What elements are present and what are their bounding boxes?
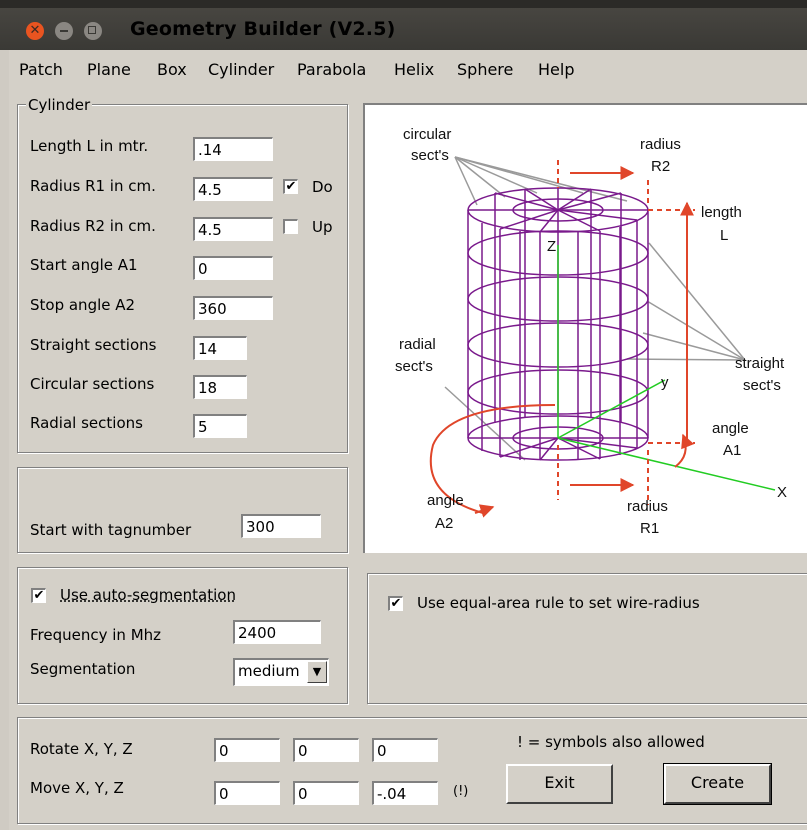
move-x-field[interactable]: 0 bbox=[214, 781, 280, 805]
cylinder-diagram: circular sect's radius R2 length L Z rad… bbox=[363, 103, 807, 553]
pointer-lines bbox=[444, 156, 746, 461]
frequency-field[interactable]: 2400 bbox=[233, 620, 321, 644]
do-checkbox[interactable]: ✔ bbox=[283, 179, 298, 194]
length-field[interactable]: .14 bbox=[193, 137, 273, 161]
up-label: Up bbox=[312, 218, 333, 236]
straight-label-2: sect's bbox=[743, 377, 781, 394]
menu-cylinder[interactable]: Cylinder bbox=[208, 60, 274, 79]
angle-a1-label-2: A1 bbox=[723, 442, 741, 459]
tagnumber-field[interactable]: 300 bbox=[241, 514, 321, 538]
window-title: Geometry Builder (V2.5) bbox=[130, 18, 396, 40]
start-angle-field[interactable]: 0 bbox=[193, 256, 273, 280]
tag-group bbox=[17, 467, 348, 553]
background-window-strip bbox=[0, 0, 807, 8]
equal-area-label: Use equal-area rule to set wire-radius bbox=[417, 594, 700, 612]
cylinder-diagram-svg: circular sect's radius R2 length L Z rad… bbox=[395, 126, 787, 537]
start-angle-label: Start angle A1 bbox=[30, 256, 138, 274]
up-checkbox[interactable] bbox=[283, 219, 298, 234]
background-window-edge bbox=[0, 50, 9, 830]
stop-angle-field[interactable]: 360 bbox=[193, 296, 273, 320]
length-label-2: L bbox=[720, 227, 728, 244]
angle-a2-label-2: A2 bbox=[435, 515, 453, 532]
allowed-symbols-marker: (!) bbox=[453, 784, 469, 799]
tagnumber-label: Start with tagnumber bbox=[30, 521, 192, 539]
x-axis-label: X bbox=[777, 484, 787, 501]
straight-label-1: straight bbox=[735, 355, 785, 372]
menu-help[interactable]: Help bbox=[538, 60, 574, 79]
y-axis-label: y bbox=[661, 374, 669, 391]
length-label: Length L in mtr. bbox=[30, 137, 149, 155]
angle-a2-label-1: angle bbox=[427, 492, 464, 509]
radial-label-2: sect's bbox=[395, 358, 433, 375]
length-label-1: length bbox=[701, 204, 742, 221]
cylinder-legend: Cylinder bbox=[26, 96, 93, 114]
maximize-icon[interactable] bbox=[84, 22, 102, 40]
rotate-y-field[interactable]: 0 bbox=[293, 738, 359, 762]
radial-sections-label: Radial sections bbox=[30, 414, 143, 432]
move-y-field[interactable]: 0 bbox=[293, 781, 359, 805]
menu-plane[interactable]: Plane bbox=[87, 60, 131, 79]
create-button[interactable]: Create bbox=[663, 763, 772, 805]
radius-r2-label: Radius R2 in cm. bbox=[30, 217, 156, 235]
radius-r2-field[interactable]: 4.5 bbox=[193, 217, 273, 241]
chevron-down-icon[interactable]: ▼ bbox=[307, 661, 327, 683]
radius-r1-label-2: R1 bbox=[640, 520, 659, 537]
exit-button[interactable]: Exit bbox=[506, 764, 613, 804]
radial-sections-field[interactable]: 5 bbox=[193, 414, 247, 438]
radius-r1-label: Radius R1 in cm. bbox=[30, 177, 156, 195]
circular-label-2: sect's bbox=[411, 147, 449, 164]
rotate-z-field[interactable]: 0 bbox=[372, 738, 438, 762]
minimize-icon[interactable] bbox=[55, 22, 73, 40]
menu-parabola[interactable]: Parabola bbox=[297, 60, 366, 79]
radius-r1-field[interactable]: 4.5 bbox=[193, 177, 273, 201]
auto-segmentation-checkbox[interactable]: ✔ bbox=[31, 588, 46, 603]
menu-helix[interactable]: Helix bbox=[394, 60, 434, 79]
stop-angle-label: Stop angle A2 bbox=[30, 296, 136, 314]
menu-bar: Patch Plane Box Cylinder Parabola Helix … bbox=[9, 50, 807, 86]
circular-label-1: circular bbox=[403, 126, 451, 143]
circular-sections-label: Circular sections bbox=[30, 375, 155, 393]
angle-a1-label-1: angle bbox=[712, 420, 749, 437]
rotate-x-field[interactable]: 0 bbox=[214, 738, 280, 762]
radius-r2-label-2: R2 bbox=[651, 158, 670, 175]
rotate-label: Rotate X, Y, Z bbox=[30, 740, 133, 758]
auto-segmentation-label[interactable]: Use auto-segmentation bbox=[60, 586, 236, 604]
radius-r1-label-1: radius bbox=[627, 498, 668, 515]
straight-sections-label: Straight sections bbox=[30, 336, 157, 354]
circular-sections-field[interactable]: 18 bbox=[193, 375, 247, 399]
wire-radius-group bbox=[367, 573, 807, 704]
segmentation-label: Segmentation bbox=[30, 660, 136, 678]
straight-sections-field[interactable]: 14 bbox=[193, 336, 247, 360]
radius-r2-label-1: radius bbox=[640, 136, 681, 153]
do-label: Do bbox=[312, 178, 333, 196]
symbols-note: ! = symbols also allowed bbox=[517, 733, 705, 751]
cylinder-group bbox=[17, 104, 348, 453]
move-z-field[interactable]: -.04 bbox=[372, 781, 438, 805]
radial-label-1: radial bbox=[399, 336, 436, 353]
z-axis-label: Z bbox=[547, 238, 556, 255]
menu-sphere[interactable]: Sphere bbox=[457, 60, 513, 79]
menu-box[interactable]: Box bbox=[157, 60, 187, 79]
frequency-label: Frequency in Mhz bbox=[30, 626, 162, 644]
move-label: Move X, Y, Z bbox=[30, 779, 124, 797]
close-icon[interactable]: ✕ bbox=[26, 22, 44, 40]
menu-patch[interactable]: Patch bbox=[19, 60, 63, 79]
equal-area-checkbox[interactable]: ✔ bbox=[388, 596, 403, 611]
